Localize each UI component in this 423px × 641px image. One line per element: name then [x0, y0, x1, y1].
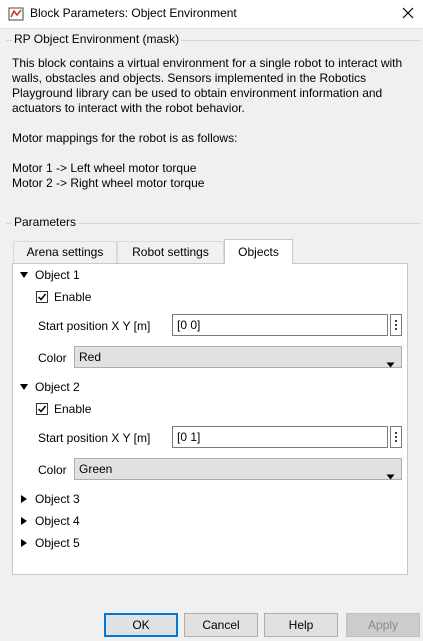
help-button[interactable]: Help [264, 613, 338, 637]
window-title: Block Parameters: Object Environment [30, 6, 237, 20]
description-group: RP Object Environment (mask) [6, 32, 421, 46]
object-1-enable-label: Enable [54, 290, 92, 304]
object-2-color-select[interactable]: Green [74, 458, 402, 480]
tab-arena-settings[interactable]: Arena settings [13, 241, 117, 263]
object-3-header[interactable]: Object 3 [17, 489, 80, 509]
object-2-start-label: Start position X Y [m] [38, 431, 151, 445]
motor2-mapping: Motor 2 -> Right wheel motor torque [12, 176, 205, 190]
checkmark-icon [37, 405, 47, 413]
ok-button[interactable]: OK [104, 613, 178, 637]
object-4-label: Object 4 [35, 514, 80, 528]
tab-objects[interactable]: Objects [224, 239, 293, 264]
tab-robot-settings[interactable]: Robot settings [117, 241, 224, 263]
object-2-enable-label: Enable [54, 402, 92, 416]
objects-panel: Object 1 Enable Start position X Y [m] [… [12, 263, 408, 575]
close-button[interactable] [393, 0, 423, 28]
triangle-down-icon [17, 268, 31, 282]
object-2-enable-checkbox[interactable] [36, 403, 48, 415]
triangle-right-icon [17, 536, 31, 550]
object-2-enable-row[interactable]: Enable [36, 399, 91, 419]
chevron-down-icon [386, 466, 395, 486]
parameters-group-label: Parameters [12, 215, 79, 229]
object-1-start-label: Start position X Y [m] [38, 319, 151, 333]
object-1-header[interactable]: Object 1 [17, 265, 80, 285]
object-1-start-input[interactable]: [0 0] [172, 314, 388, 336]
triangle-right-icon [17, 514, 31, 528]
motor-mapping-heading: Motor mappings for the robot is as follo… [12, 131, 238, 145]
object-4-header[interactable]: Object 4 [17, 511, 80, 531]
object-1-color-label: Color [38, 351, 67, 365]
motor1-mapping: Motor 1 -> Left wheel motor torque [12, 161, 197, 175]
vertical-ellipsis-icon [395, 320, 397, 330]
object-2-start-more-button[interactable] [390, 426, 402, 448]
triangle-down-icon [17, 380, 31, 394]
object-1-enable-checkbox[interactable] [36, 291, 48, 303]
object-2-color-label: Color [38, 463, 67, 477]
description-group-label: RP Object Environment (mask) [12, 32, 182, 46]
object-5-label: Object 5 [35, 536, 80, 550]
title-bar: Block Parameters: Object Environment [0, 0, 423, 29]
cancel-button[interactable]: Cancel [184, 613, 258, 637]
parameters-group: Parameters [6, 215, 421, 229]
description-paragraph: This block contains a virtual environmen… [12, 56, 403, 115]
object-3-label: Object 3 [35, 492, 80, 506]
object-2-color-value: Green [79, 462, 113, 476]
triangle-right-icon [17, 492, 31, 506]
simulink-block-icon [8, 6, 24, 22]
chevron-down-icon [386, 354, 395, 374]
description-text: This block contains a virtual environmen… [12, 56, 417, 191]
apply-button[interactable]: Apply [346, 613, 420, 637]
close-icon [402, 7, 414, 22]
object-5-header[interactable]: Object 5 [17, 533, 80, 553]
object-1-start-more-button[interactable] [390, 314, 402, 336]
object-2-label: Object 2 [35, 380, 80, 394]
object-1-color-select[interactable]: Red [74, 346, 402, 368]
object-1-enable-row[interactable]: Enable [36, 287, 91, 307]
object-1-label: Object 1 [35, 268, 80, 282]
vertical-ellipsis-icon [395, 432, 397, 442]
object-2-start-input[interactable]: [0 1] [172, 426, 388, 448]
object-1-color-value: Red [79, 350, 102, 364]
checkmark-icon [37, 293, 47, 301]
object-2-header[interactable]: Object 2 [17, 377, 80, 397]
